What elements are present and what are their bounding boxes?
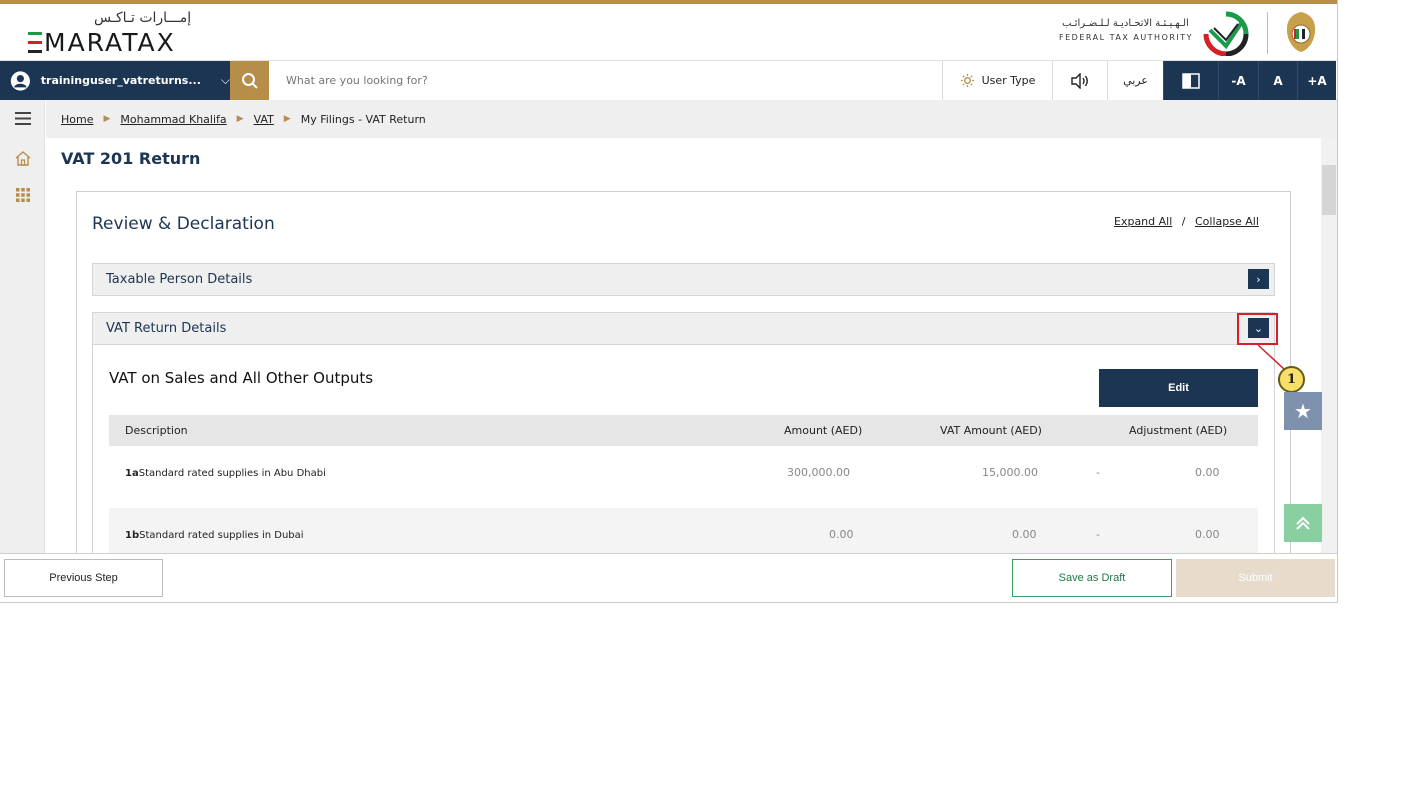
- row-code: 1b: [125, 530, 140, 541]
- accordion-label: VAT Return Details: [106, 321, 227, 336]
- apps-grid-icon: [15, 188, 30, 202]
- language-toggle-arabic[interactable]: عربي: [1107, 61, 1163, 100]
- breadcrumb-home-link[interactable]: Home: [61, 113, 93, 126]
- fta-name-english: FEDERAL TAX AUTHORITY: [1059, 33, 1194, 42]
- search-icon: [241, 72, 258, 89]
- expand-all-link[interactable]: Expand All: [1114, 215, 1172, 228]
- site-header: إمـــارات تـاكـس MARATAX الـهـيـئـة الات…: [0, 4, 1337, 61]
- contrast-icon: [1182, 72, 1200, 89]
- text-to-speech-button[interactable]: [1052, 61, 1107, 100]
- row-adjustment: 0.00: [1195, 466, 1220, 479]
- scroll-to-top-button[interactable]: [1284, 504, 1322, 542]
- speaker-icon: [1071, 72, 1088, 89]
- column-header-vat-amount: VAT Amount (AED): [940, 424, 1042, 437]
- row-amount: 300,000.00: [787, 466, 850, 479]
- breadcrumb-separator-icon: ▶: [283, 114, 291, 124]
- row-vat-amount: 0.00: [1012, 528, 1037, 541]
- breadcrumb-separator-icon: ▶: [103, 114, 111, 124]
- font-normal-button[interactable]: A: [1258, 61, 1297, 100]
- column-header-amount: Amount (AED): [784, 424, 863, 437]
- edit-button[interactable]: Edit: [1099, 369, 1258, 407]
- previous-step-button[interactable]: Previous Step: [4, 559, 163, 597]
- save-as-draft-button[interactable]: Save as Draft: [1012, 559, 1172, 597]
- row-code: 1a: [125, 468, 139, 479]
- breadcrumb-separator-icon: ▶: [236, 114, 244, 124]
- search-button[interactable]: [230, 61, 269, 100]
- chevron-down-icon: ⌵: [220, 73, 230, 87]
- double-chevron-up-icon: [1296, 516, 1310, 530]
- user-type-button[interactable]: User Type: [942, 61, 1052, 100]
- breadcrumb-current: My Filings - VAT Return: [300, 112, 426, 126]
- table-row: 1aStandard rated supplies in Abu Dhabi 3…: [109, 446, 1258, 508]
- accordion-vat-return-details[interactable]: VAT Return Details: [92, 312, 1275, 345]
- row-vat-amount: 15,000.00: [982, 466, 1038, 479]
- collapse-all-link[interactable]: Collapse All: [1195, 215, 1259, 228]
- header-divider: [1267, 12, 1268, 54]
- highlight-box: [1237, 313, 1278, 345]
- expand-collapse-links: Expand All / Collapse All: [1114, 215, 1259, 228]
- sidebar-home-button[interactable]: [0, 140, 45, 176]
- top-navigation-bar: traininguser_vatreturns... ⌵ User Type ع: [0, 61, 1337, 100]
- table-header-row: Description Amount (AED) VAT Amount (AED…: [109, 415, 1258, 446]
- username-label: traininguser_vatreturns...: [40, 74, 201, 87]
- favorite-button[interactable]: ★: [1284, 392, 1322, 430]
- fta-name-arabic: الـهـيـئـة الاتحـاديـة لـلـضـرائـب: [1062, 18, 1189, 29]
- home-icon: [15, 150, 30, 166]
- user-avatar-icon: [10, 70, 30, 91]
- column-header-description: Description: [125, 424, 188, 437]
- row-adjustment: 0.00: [1195, 528, 1220, 541]
- row-dash: -: [1096, 528, 1100, 541]
- sidebar-apps-button[interactable]: [0, 177, 45, 213]
- row-desc-text: Standard rated supplies in Dubai: [139, 530, 304, 541]
- scrollbar-thumb[interactable]: [1322, 165, 1336, 215]
- font-decrease-button[interactable]: -A: [1218, 61, 1258, 100]
- user-menu-button[interactable]: traininguser_vatreturns... ⌵: [0, 61, 230, 100]
- row-amount: 0.00: [829, 528, 854, 541]
- menu-toggle-button[interactable]: [0, 100, 45, 136]
- uae-emblem-icon: [1286, 12, 1316, 52]
- row-dash: -: [1096, 466, 1100, 479]
- contrast-toggle-button[interactable]: [1163, 61, 1218, 100]
- star-icon: ★: [1294, 399, 1312, 423]
- emaratax-logo-arabic: إمـــارات تـاكـس: [94, 10, 192, 26]
- fta-logo-icon: [1203, 11, 1249, 56]
- step-callout-badge: 1: [1278, 366, 1305, 393]
- accordion-label: Taxable Person Details: [106, 272, 253, 287]
- gear-icon: [960, 73, 974, 88]
- accordion-taxable-person[interactable]: Taxable Person Details: [92, 263, 1275, 296]
- card-title: Review & Declaration: [92, 214, 275, 234]
- hamburger-icon: [14, 111, 31, 125]
- page-title: VAT 201 Return: [61, 149, 201, 168]
- footer-action-bar: Previous Step Save as Draft Submit: [0, 553, 1337, 602]
- submit-button[interactable]: Submit: [1176, 559, 1335, 597]
- app-window: إمـــارات تـاكـس MARATAX الـهـيـئـة الات…: [0, 0, 1338, 603]
- expand-collapse-separator: /: [1181, 215, 1186, 228]
- search-input[interactable]: [269, 61, 942, 100]
- arabic-label: عربي: [1123, 74, 1148, 87]
- breadcrumb-entity-link[interactable]: Mohammad Khalifa: [120, 113, 226, 126]
- sales-section-title: VAT on Sales and All Other Outputs: [109, 369, 374, 387]
- emaratax-logo-e-mark: [28, 32, 42, 54]
- breadcrumb: Home ▶ Mohammad Khalifa ▶ VAT ▶ My Filin…: [46, 100, 1337, 138]
- left-sidebar: [0, 100, 45, 553]
- user-type-label: User Type: [981, 74, 1036, 87]
- breadcrumb-vat-link[interactable]: VAT: [254, 113, 274, 126]
- row-desc-text: Standard rated supplies in Abu Dhabi: [138, 468, 326, 479]
- column-header-adjustment: Adjustment (AED): [1129, 424, 1228, 437]
- row-description: 1aStandard rated supplies in Abu Dhabi: [125, 468, 326, 479]
- emaratax-logo-text[interactable]: MARATAX: [44, 28, 176, 57]
- row-description: 1bStandard rated supplies in Dubai: [125, 530, 304, 541]
- chevron-right-icon[interactable]: ›: [1248, 269, 1269, 289]
- font-increase-button[interactable]: +A: [1297, 61, 1336, 100]
